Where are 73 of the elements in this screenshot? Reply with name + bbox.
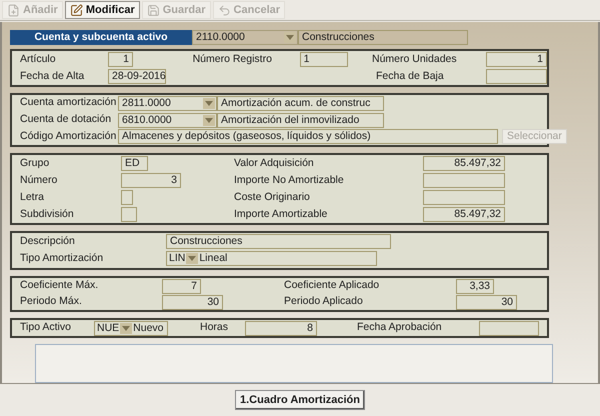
field-label: Código Amortización: [20, 128, 118, 144]
field-label: Cuenta de dotación: [20, 112, 112, 128]
tab-button[interactable]: 1.Cuadro Amortización: [235, 390, 365, 410]
field-label: Horas: [200, 320, 230, 336]
field-label: Importe Amortizable: [234, 206, 328, 222]
field-label: Coeficiente Máx.: [20, 278, 100, 294]
field-label: Tipo Amortización: [20, 250, 104, 266]
notes-area[interactable]: [35, 344, 553, 383]
field-label: Cuenta amortización: [20, 95, 118, 110]
caret-down-icon: [205, 100, 213, 106]
add-file-icon: [7, 4, 20, 16]
text-field[interactable]: Amortización acum. de construc: [217, 96, 384, 111]
dropdown-arrow-button[interactable]: [284, 32, 296, 43]
toolbar-button[interactable]: Modificar: [64, 1, 140, 19]
field-label: Valor Adquisición: [234, 156, 315, 171]
combo-box[interactable]: 2110.0000: [192, 30, 298, 45]
caret-down-icon: [122, 326, 130, 331]
pencil-icon: [70, 4, 83, 16]
text-field[interactable]: 3,33: [456, 278, 494, 294]
field-label: Fecha de Alta: [20, 68, 86, 84]
text-field[interactable]: [121, 190, 133, 205]
section-title: Cuenta y subcuenta activo: [10, 30, 192, 45]
caret-down-icon: [286, 35, 294, 40]
field-label: Periodo Máx.: [20, 294, 83, 310]
field-label: Artículo: [20, 52, 57, 67]
text-field[interactable]: [423, 190, 505, 205]
text-field[interactable]: 1: [300, 52, 348, 67]
text-field[interactable]: 1: [486, 52, 547, 67]
field-label: Coeficiente Aplicado: [284, 278, 380, 294]
field-label: Letra: [20, 190, 45, 205]
description-text: Lineal: [199, 252, 228, 266]
text-field[interactable]: [423, 173, 505, 188]
text-field[interactable]: 85.497,32: [423, 207, 505, 222]
combo-box[interactable]: 2811.0000: [118, 96, 217, 111]
text-field[interactable]: 8: [245, 320, 317, 336]
field-label: Subdivisión: [20, 206, 75, 222]
text-field[interactable]: Construcciones: [166, 234, 391, 250]
text-field[interactable]: Construcciones: [298, 30, 468, 45]
field-label: Periodo Aplicado: [284, 294, 364, 310]
dropdown-arrow-button[interactable]: [203, 98, 215, 109]
dropdown-arrow-button[interactable]: [203, 114, 215, 126]
field-label: Importe No Amortizable: [234, 172, 345, 188]
text-field[interactable]: 7: [162, 278, 201, 294]
text-field[interactable]: Almacenes y depósitos (gaseosos, líquidos y sólidos): [118, 129, 498, 144]
dropdown-arrow-button[interactable]: [120, 322, 132, 334]
combo-box[interactable]: 6810.0000: [118, 112, 217, 128]
field-label: Número: [20, 172, 58, 188]
description-text: Nuevo: [133, 322, 164, 335]
field-label: Grupo: [20, 156, 50, 171]
field-label: Tipo Activo: [20, 320, 72, 336]
text-field[interactable]: [486, 69, 547, 84]
text-field[interactable]: [479, 320, 539, 336]
field-label: Fecha de Baja: [376, 68, 445, 84]
text-field[interactable]: 28-09-2016: [108, 69, 166, 84]
undo-icon: [218, 4, 231, 16]
text-field[interactable]: Amortización del inmovilizado: [217, 112, 384, 128]
text-field[interactable]: 30: [162, 294, 223, 310]
field-label: Coste Originario: [234, 190, 311, 205]
text-field[interactable]: 1: [108, 52, 133, 67]
field-label: Descripción: [20, 234, 76, 249]
field-label: Fecha Aprobación: [357, 320, 443, 336]
text-field[interactable]: 3: [121, 173, 181, 188]
caret-down-icon: [188, 256, 196, 262]
combo-box[interactable]: NUE Nuevo: [94, 320, 168, 336]
combo-box[interactable]: LIN Lineal: [166, 251, 377, 266]
text-field[interactable]: 30: [456, 294, 517, 310]
field-label: Número Registro: [192, 52, 273, 67]
field-label: Número Unidades: [372, 52, 458, 67]
text-field[interactable]: 85.497,32: [423, 156, 505, 171]
dropdown-arrow-button[interactable]: [186, 253, 198, 264]
text-field[interactable]: ED: [121, 156, 148, 171]
text-field[interactable]: [121, 207, 137, 222]
caret-down-icon: [205, 118, 213, 122]
